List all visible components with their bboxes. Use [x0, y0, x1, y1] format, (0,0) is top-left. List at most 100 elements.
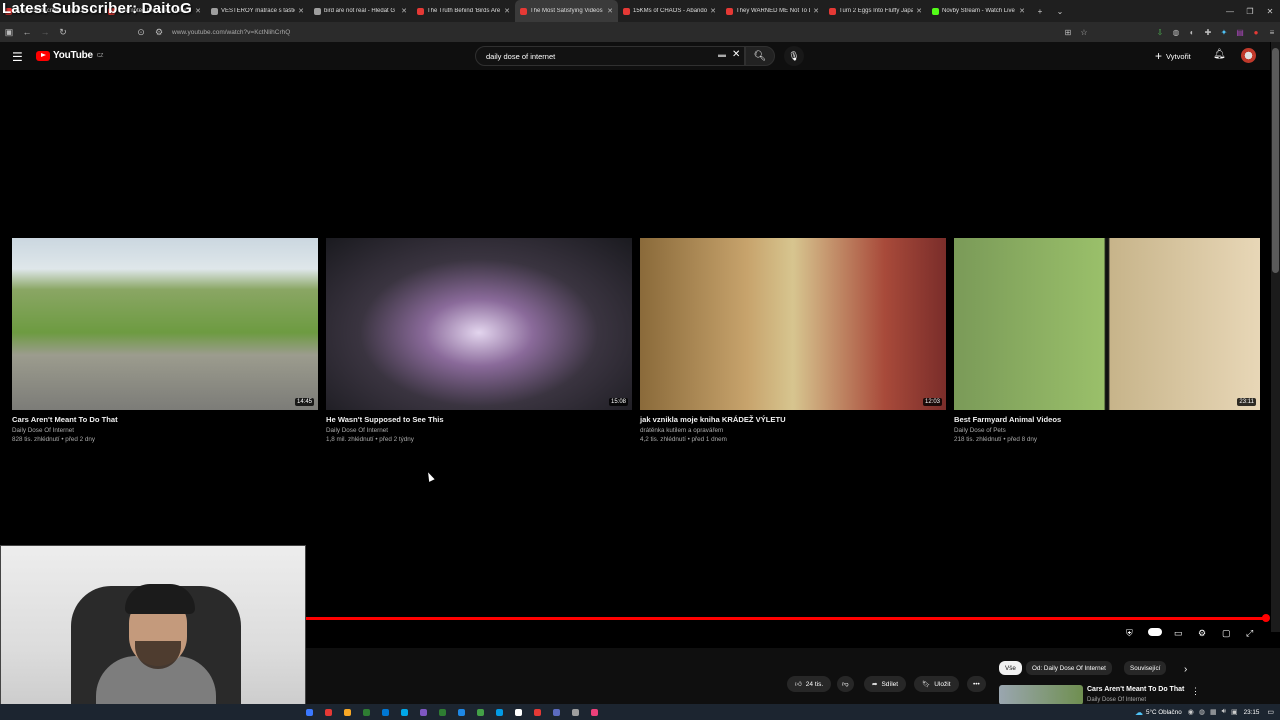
tab-close-icon[interactable]: ✕ — [195, 7, 201, 15]
dislike-button[interactable]: 👎︎ — [837, 676, 854, 692]
taskbar-app-icon[interactable] — [452, 706, 471, 718]
avatar[interactable] — [1241, 48, 1256, 63]
reload-icon[interactable]: ↻ — [54, 27, 72, 38]
tab-list-chevron-icon[interactable]: ⌄ — [1050, 7, 1070, 16]
end-screen-video-card[interactable]: 23:11 Best Farmyard Animal Videos Daily Do… — [954, 238, 1260, 443]
address-bar[interactable]: www.youtube.com/watch?v=KctNlihCrhQ — [172, 29, 1060, 36]
minimize-button[interactable]: — — [1220, 7, 1240, 16]
chips-next-chevron-icon[interactable]: › — [1184, 664, 1187, 675]
browser-tab[interactable]: Turn 2 Eggs Into Fluffy Japa ✕ — [824, 0, 927, 22]
hamburger-menu-icon[interactable]: ☰ — [12, 50, 23, 64]
browser-tab[interactable]: The Truth Behind 'Birds Are ✕ — [412, 0, 515, 22]
end-screen-video-card[interactable]: 12:03 jak vznikla moje kniha KRÁDEŽ VÝLET… — [640, 238, 946, 443]
volume-tray-icon[interactable]: 🔊︎ — [1222, 708, 1226, 716]
end-screen-video-card[interactable]: 15:08 He Wasn't Supposed to See This Daily… — [326, 238, 632, 443]
video-thumbnail[interactable]: 14:45 — [12, 238, 318, 410]
video-thumbnail[interactable]: 12:03 — [640, 238, 946, 410]
site-settings-icon[interactable]: ⚙ — [150, 27, 168, 38]
video-title[interactable]: Best Farmyard Animal Videos — [954, 415, 1260, 424]
video-thumbnail[interactable]: 23:11 — [954, 238, 1260, 410]
video-title[interactable]: jak vznikla moje kniha KRÁDEŽ VÝLETU — [640, 415, 946, 424]
end-screen-video-card[interactable]: 14:45 Cars Aren't Meant To Do That Daily D… — [12, 238, 318, 443]
extension-purple-icon[interactable]: ▤ — [1232, 28, 1248, 37]
theater-mode-icon[interactable]: ▢ — [1222, 628, 1231, 639]
video-channel[interactable]: Daily Dose Of Internet — [12, 427, 318, 434]
browser-menu-icon[interactable]: ≡ — [1264, 28, 1280, 37]
taskbar-app-icon[interactable] — [547, 706, 566, 718]
translate-icon[interactable]: ⊞ — [1060, 28, 1076, 37]
network-tray-icon[interactable]: ▦ — [1210, 708, 1217, 716]
taskbar-app-icon[interactable] — [357, 706, 376, 718]
browser-tab[interactable]: The Most Satisfying Videos ✕ — [515, 0, 618, 22]
save-button[interactable]: 🔖︎ Uložit — [914, 676, 959, 692]
related-video-channel[interactable]: Daily Dose Of Internet — [1087, 697, 1146, 703]
taskbar-app-icon[interactable] — [319, 706, 338, 718]
back-arrow-icon[interactable]: ← — [18, 27, 36, 37]
site-info-icon[interactable]: ⊙ — [132, 27, 150, 38]
notifications-tray-icon[interactable]: ▭ — [1267, 708, 1274, 716]
taskbar-app-icon[interactable] — [300, 706, 319, 718]
close-window-button[interactable]: ✕ — [1260, 7, 1280, 16]
tab-close-icon[interactable]: ✕ — [710, 7, 716, 15]
weather-icon[interactable]: ☁ — [1135, 708, 1143, 717]
browser-tab[interactable]: bird are not real - Hledat G ✕ — [309, 0, 412, 22]
clock[interactable]: 23:15 — [1244, 709, 1260, 716]
taskbar-app-icon[interactable] — [376, 706, 395, 718]
tab-close-icon[interactable]: ✕ — [1019, 7, 1025, 15]
download-icon[interactable]: ⇩ — [1152, 28, 1168, 37]
filter-chip[interactable]: Od: Daily Dose Of Internet — [1026, 661, 1112, 675]
video-channel[interactable]: drátěnka kutilem a opravářem — [640, 427, 946, 434]
create-button[interactable]: + Vytvořit — [1155, 48, 1191, 64]
tab-close-icon[interactable]: ✕ — [401, 7, 407, 15]
extension-blue-icon[interactable]: ✦ — [1216, 28, 1232, 37]
tab-close-icon[interactable]: ✕ — [504, 7, 510, 15]
progress-scrubber-handle[interactable] — [1262, 614, 1270, 622]
more-actions-button[interactable]: ••• — [967, 676, 986, 692]
related-video-title[interactable]: Cars Aren't Meant To Do That — [1087, 686, 1184, 693]
taskbar-app-icon[interactable] — [585, 706, 604, 718]
browser-tab[interactable]: They WARNED ME Not To D ✕ — [721, 0, 824, 22]
tab-close-icon[interactable]: ✕ — [298, 7, 304, 15]
whatsapp-tray-icon[interactable]: ◉ — [1188, 708, 1194, 716]
search-button[interactable]: 🔍︎ — [745, 46, 775, 66]
taskbar-app-icon[interactable] — [490, 706, 509, 718]
subtitles-icon[interactable]: ▭ — [1174, 628, 1183, 639]
language-tray-icon[interactable]: ▣ — [1231, 708, 1238, 716]
sidebar-toggle-icon[interactable]: ▣ — [0, 27, 18, 38]
weather-widget[interactable]: 5°C Oblačno — [1146, 709, 1182, 716]
filter-chip[interactable]: Vše — [999, 661, 1022, 675]
new-tab-button[interactable]: + — [1030, 7, 1050, 16]
taskbar-app-icon[interactable] — [433, 706, 452, 718]
extension-red-icon[interactable]: ● — [1248, 28, 1264, 37]
filter-chip[interactable]: Související — [1124, 661, 1167, 675]
share-button[interactable]: ➦ Sdílet — [864, 676, 907, 692]
taskbar-app-icon[interactable] — [395, 706, 414, 718]
browser-tab[interactable]: VESTERÖY matrace s taštič ✕ — [206, 0, 309, 22]
taskbar-app-icon[interactable] — [414, 706, 433, 718]
restore-button[interactable]: ❐ — [1240, 7, 1260, 16]
fullscreen-icon[interactable]: ⤢ — [1246, 628, 1253, 639]
tab-close-icon[interactable]: ✕ — [916, 7, 922, 15]
taskbar-app-icon[interactable] — [528, 706, 547, 718]
video-title[interactable]: Cars Aren't Meant To Do That — [12, 415, 318, 424]
sponsorblock-shield-icon[interactable]: ⛨ — [1126, 628, 1133, 639]
video-channel[interactable]: Daily Dose of Pets — [954, 427, 1260, 434]
scrollbar-thumb[interactable] — [1272, 48, 1279, 273]
related-video-thumbnail[interactable] — [999, 685, 1083, 705]
video-progress-bar[interactable] — [306, 617, 1264, 620]
taskbar-app-icon[interactable] — [471, 706, 490, 718]
like-button[interactable]: 👍︎ 24 tis. — [787, 676, 832, 692]
settings-gear-icon[interactable]: ⚙ — [1198, 628, 1206, 639]
voice-search-button[interactable]: 🎙︎ — [784, 46, 804, 66]
related-video-menu-icon[interactable]: ⋮ — [1191, 686, 1200, 697]
youtube-logo[interactable]: YouTube CZ — [36, 50, 103, 61]
video-channel[interactable]: Daily Dose Of Internet — [326, 427, 632, 434]
forward-arrow-icon[interactable]: → — [36, 27, 54, 37]
taskbar-app-icon[interactable] — [509, 706, 528, 718]
video-thumbnail[interactable]: 15:08 — [326, 238, 632, 410]
extension-icon[interactable]: ◐ — [1184, 28, 1200, 37]
account-icon[interactable]: ◍ — [1168, 28, 1184, 37]
bookmark-star-icon[interactable]: ☆ — [1076, 28, 1092, 37]
notifications-bell-icon[interactable]: 🔔︎ — [1213, 49, 1226, 60]
taskbar-app-icon[interactable] — [338, 706, 357, 718]
